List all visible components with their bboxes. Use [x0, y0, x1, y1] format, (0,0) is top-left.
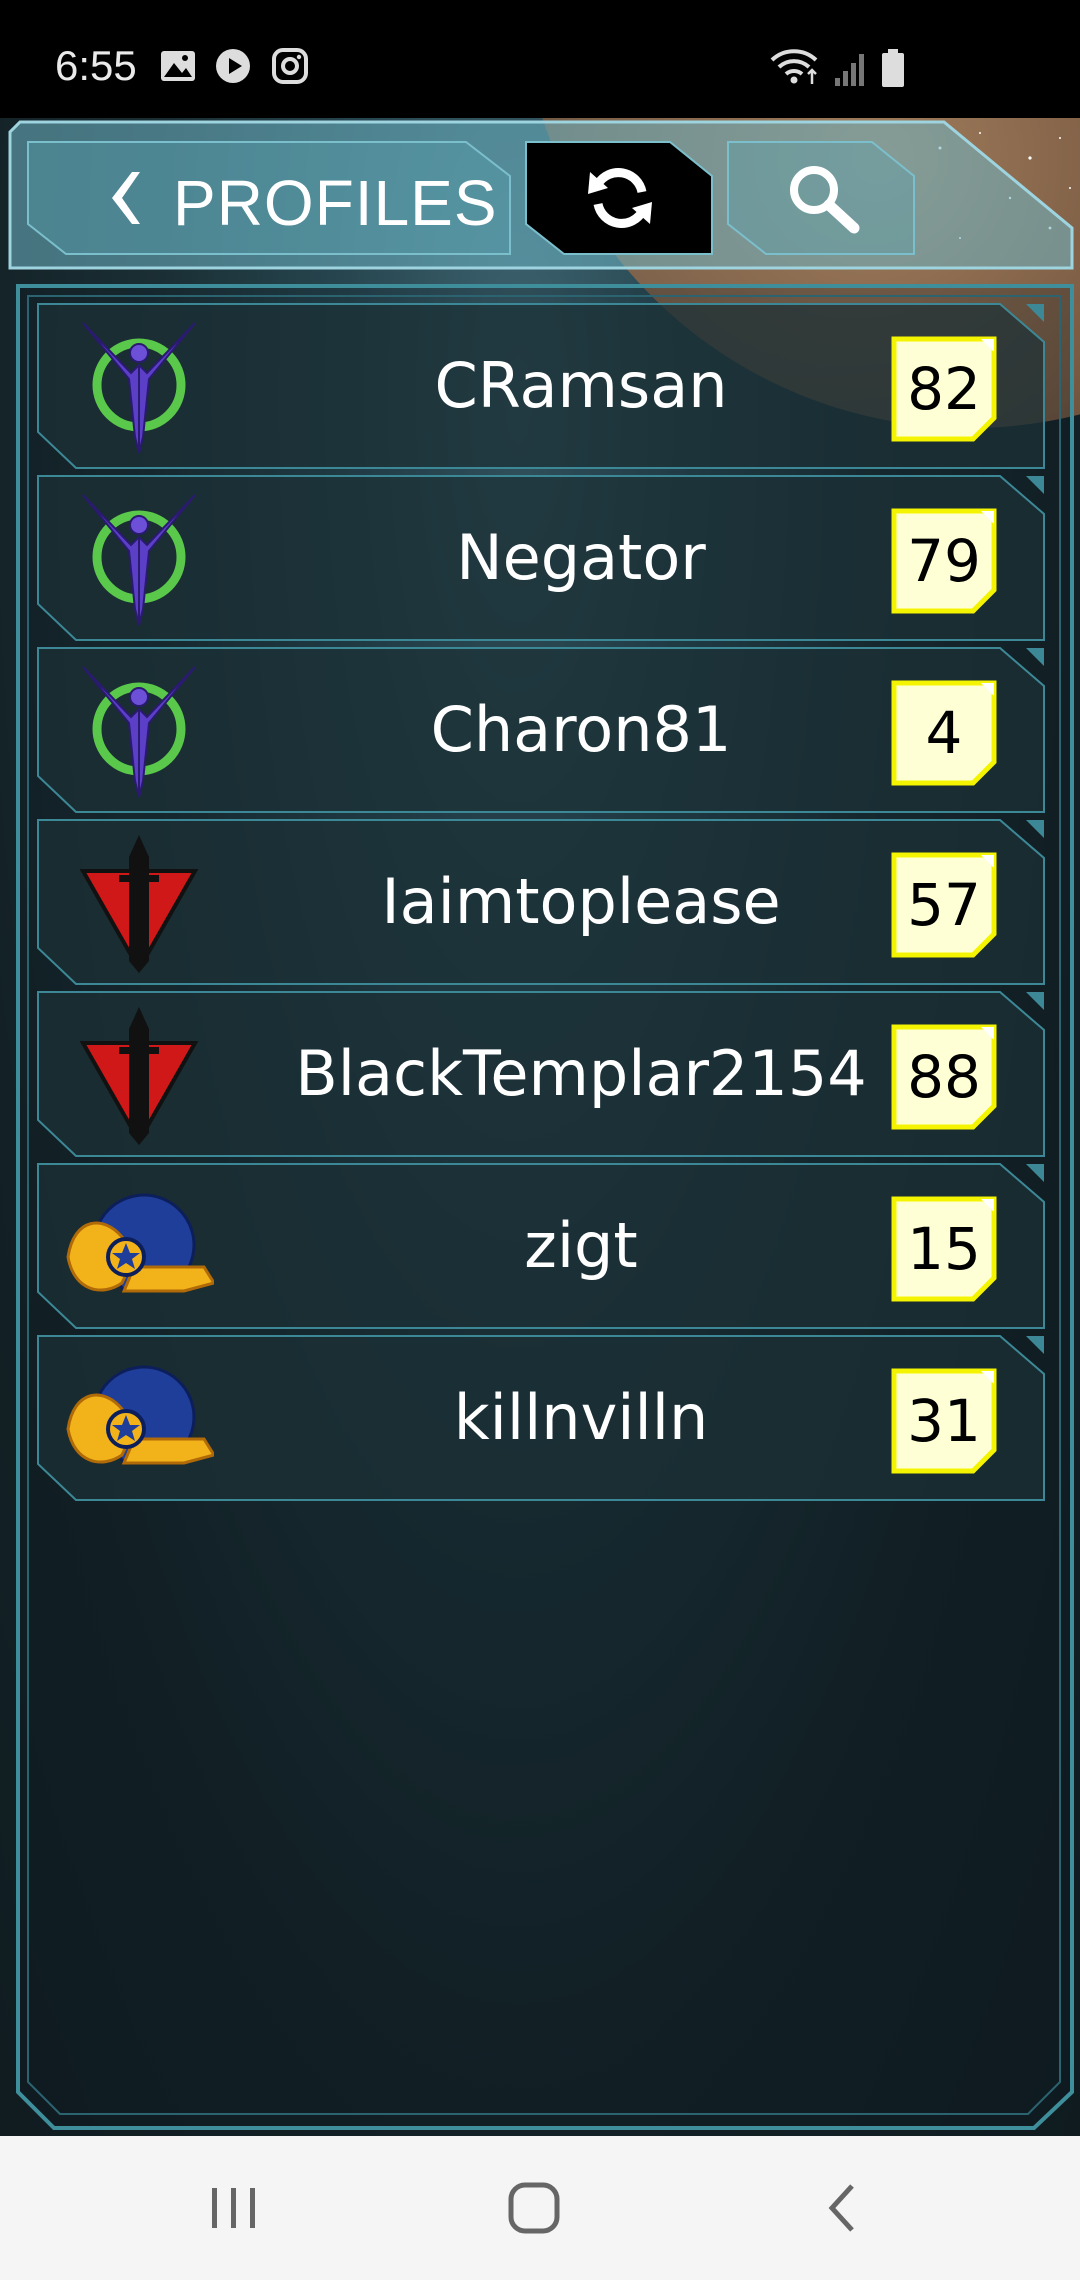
page-title: PROFILES — [173, 167, 498, 239]
score-badge: 88 — [891, 1024, 997, 1130]
app-screen: PROFILES CRamsan 82 Negator 79 Charon81 … — [0, 118, 1080, 2136]
profile-row[interactable]: zigt 15 — [36, 1162, 1046, 1330]
score-value: 31 — [907, 1387, 981, 1455]
signal-icon — [835, 54, 864, 86]
score-badge: 82 — [891, 336, 997, 442]
profile-name: Iaimtoplease — [381, 865, 781, 938]
navigation-bar — [0, 2136, 1080, 2280]
search-button[interactable] — [726, 140, 916, 256]
profile-row[interactable]: Charon81 4 — [36, 646, 1046, 814]
score-badge: 57 — [891, 852, 997, 958]
chevron-left-icon — [112, 172, 140, 224]
profile-name: Negator — [456, 521, 706, 594]
header-bar: PROFILES — [6, 118, 1078, 274]
score-badge: 4 — [891, 680, 997, 786]
profile-row[interactable]: CRamsan 82 — [36, 302, 1046, 470]
back-icon[interactable] — [816, 2180, 872, 2236]
recent-apps-icon[interactable] — [206, 2180, 262, 2236]
score-value: 57 — [907, 871, 981, 939]
wifi-icon — [770, 49, 818, 84]
status-time: 6:55 — [55, 42, 137, 89]
score-value: 15 — [907, 1215, 981, 1283]
score-value: 4 — [925, 699, 963, 767]
profile-name: killnvilln — [453, 1381, 709, 1454]
instagram-icon — [272, 48, 308, 84]
search-icon — [790, 166, 860, 234]
score-badge: 15 — [891, 1196, 997, 1302]
profile-row[interactable]: killnvilln 31 — [36, 1334, 1046, 1502]
profile-name: CRamsan — [434, 349, 728, 422]
battery-icon — [882, 49, 904, 87]
profile-row[interactable]: BlackTemplar2154 88 — [36, 990, 1046, 1158]
profile-name: Charon81 — [430, 693, 732, 766]
score-value: 88 — [907, 1043, 981, 1111]
image-icon — [161, 51, 195, 81]
refresh-button[interactable] — [524, 140, 714, 256]
profile-row[interactable]: Iaimtoplease 57 — [36, 818, 1046, 986]
profile-name: BlackTemplar2154 — [295, 1037, 867, 1110]
home-icon[interactable] — [506, 2180, 562, 2236]
play-icon — [216, 49, 250, 83]
score-badge: 31 — [891, 1368, 997, 1474]
profile-name: zigt — [524, 1209, 638, 1282]
score-value: 79 — [907, 527, 981, 595]
refresh-icon — [588, 168, 652, 228]
profile-row[interactable]: Negator 79 — [36, 474, 1046, 642]
score-value: 82 — [907, 355, 981, 423]
score-badge: 79 — [891, 508, 997, 614]
status-bar: 6:55 — [0, 0, 1080, 120]
